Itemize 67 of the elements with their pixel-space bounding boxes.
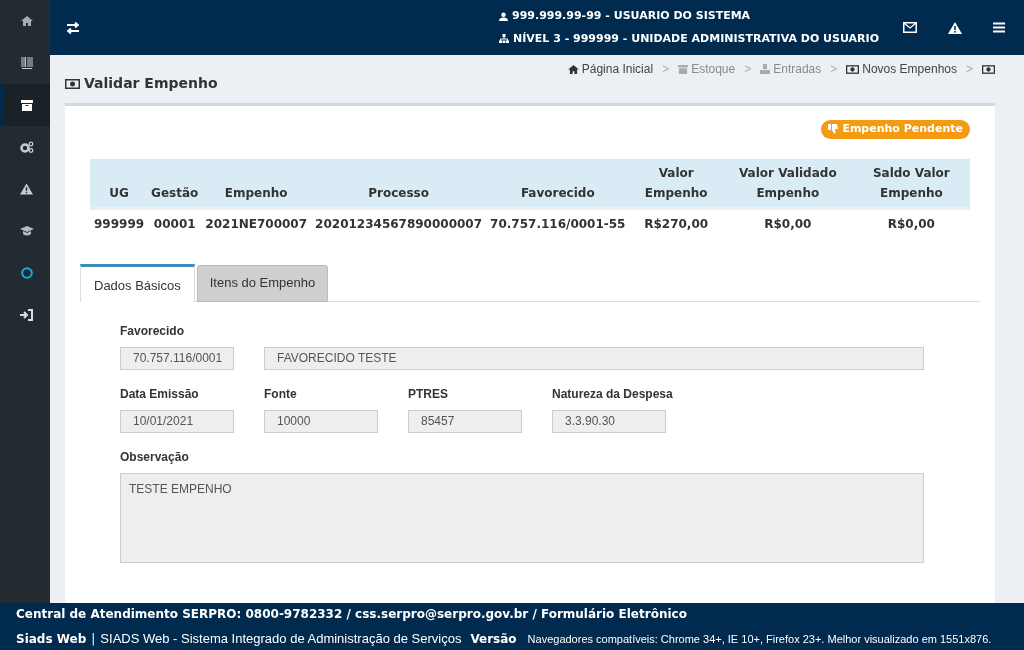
contact-text: Central de Atendimento SERPRO: 0800-9782332 / css.serpro@serpro.gov.br / Formulário Eletrônico (16, 605, 688, 623)
input-field[interactable]: 10000 (264, 409, 378, 433)
hierarchy-icon (499, 34, 509, 44)
breadcrumb-separator: > (966, 61, 973, 78)
warning-icon (20, 183, 33, 195)
input-field[interactable]: 85457 (408, 409, 522, 433)
column-header: UG (90, 158, 149, 208)
input-field[interactable]: 10/01/2021 (120, 409, 234, 433)
system-name: SIADS Web - Sistema Integrado de Administração de Serviços (100, 629, 462, 648)
thumbs-down-icon (828, 124, 839, 135)
input-field[interactable]: 70.757.116/0001 (120, 346, 234, 370)
breadcrumb-link[interactable]: Novos Empenhos (846, 60, 957, 78)
table-cell: 999999 (90, 208, 149, 238)
breadcrumb-separator: > (830, 61, 838, 78)
swap-icon[interactable] (66, 21, 80, 34)
version-label: Versão (470, 630, 517, 648)
table-cell: 70.757.116/0001-55 (486, 208, 630, 238)
separator-text: | (91, 630, 96, 648)
text-area[interactable]: TESTE EMPENHO (120, 472, 924, 563)
menu-icon[interactable] (993, 22, 1005, 33)
tab[interactable]: Itens do Empenho (196, 264, 329, 302)
circle-icon (20, 267, 33, 279)
field-label: Observação (120, 448, 190, 466)
column-header: Valor Empenho (629, 158, 723, 208)
app-name: Siads Web (16, 630, 87, 648)
sign-in-icon (19, 309, 34, 321)
warning-icon[interactable] (948, 21, 962, 34)
page-title: Validar Empenho (84, 74, 218, 93)
money-icon (846, 64, 860, 74)
column-header: Valor Validado Empenho (722, 158, 853, 208)
field-label: PTRES (408, 385, 448, 403)
column-header: Empenho (201, 158, 312, 208)
breadcrumb-separator: > (744, 61, 752, 78)
table-cell: R$0,00 (722, 208, 853, 238)
table-cell: 2021NE700007 (201, 208, 312, 238)
gears-icon (19, 141, 34, 153)
sidebar-item[interactable] (0, 84, 50, 126)
home-icon (20, 16, 33, 26)
column-header: Favorecido (486, 158, 630, 208)
input-field[interactable]: FAVORECIDO TESTE (264, 346, 924, 370)
table-cell: R$0,00 (852, 208, 970, 238)
breadcrumb-separator: > (662, 61, 670, 78)
field-label: Natureza da Despesa (552, 385, 673, 403)
user-icon (499, 11, 508, 21)
table-cell: 00001 (148, 208, 202, 238)
field-label: Favorecido (120, 322, 186, 340)
column-header: Saldo Valor Empenho (852, 158, 970, 208)
money-icon[interactable] (982, 64, 995, 74)
breadcrumb-link[interactable]: Página Inicial (567, 60, 654, 78)
archive-icon (20, 99, 33, 111)
home-icon (567, 64, 579, 74)
field-label: Data Emissão (120, 385, 199, 403)
unit-label: NÍVEL 3 - 999999 - UNIDADE ADMINISTRATIVA DO USUARIO (513, 30, 879, 47)
mail-icon[interactable] (903, 22, 917, 33)
table-cell: 20201234567890000007 (311, 208, 487, 238)
graduation-cap-icon (19, 226, 34, 236)
column-header: Processo (311, 158, 487, 208)
field-label: Fonte (264, 385, 297, 403)
user-label: 999.999.99-99 - USUARIO DO SISTEMA (512, 8, 751, 24)
tab[interactable]: Dados Básicos (80, 263, 195, 302)
table-cell: R$270,00 (629, 208, 723, 238)
archive-icon (678, 64, 689, 74)
column-header: Gestão (148, 158, 202, 208)
money-icon (65, 78, 80, 89)
input-field[interactable]: 3.3.90.30 (552, 409, 666, 433)
status-badge: Empenho Pendente (821, 120, 970, 139)
browser-note: Navegadores compatíveis: Chrome 34+, IE 10+, Firefox 23+. Melhor visualizado em 1551x876. (527, 631, 992, 647)
